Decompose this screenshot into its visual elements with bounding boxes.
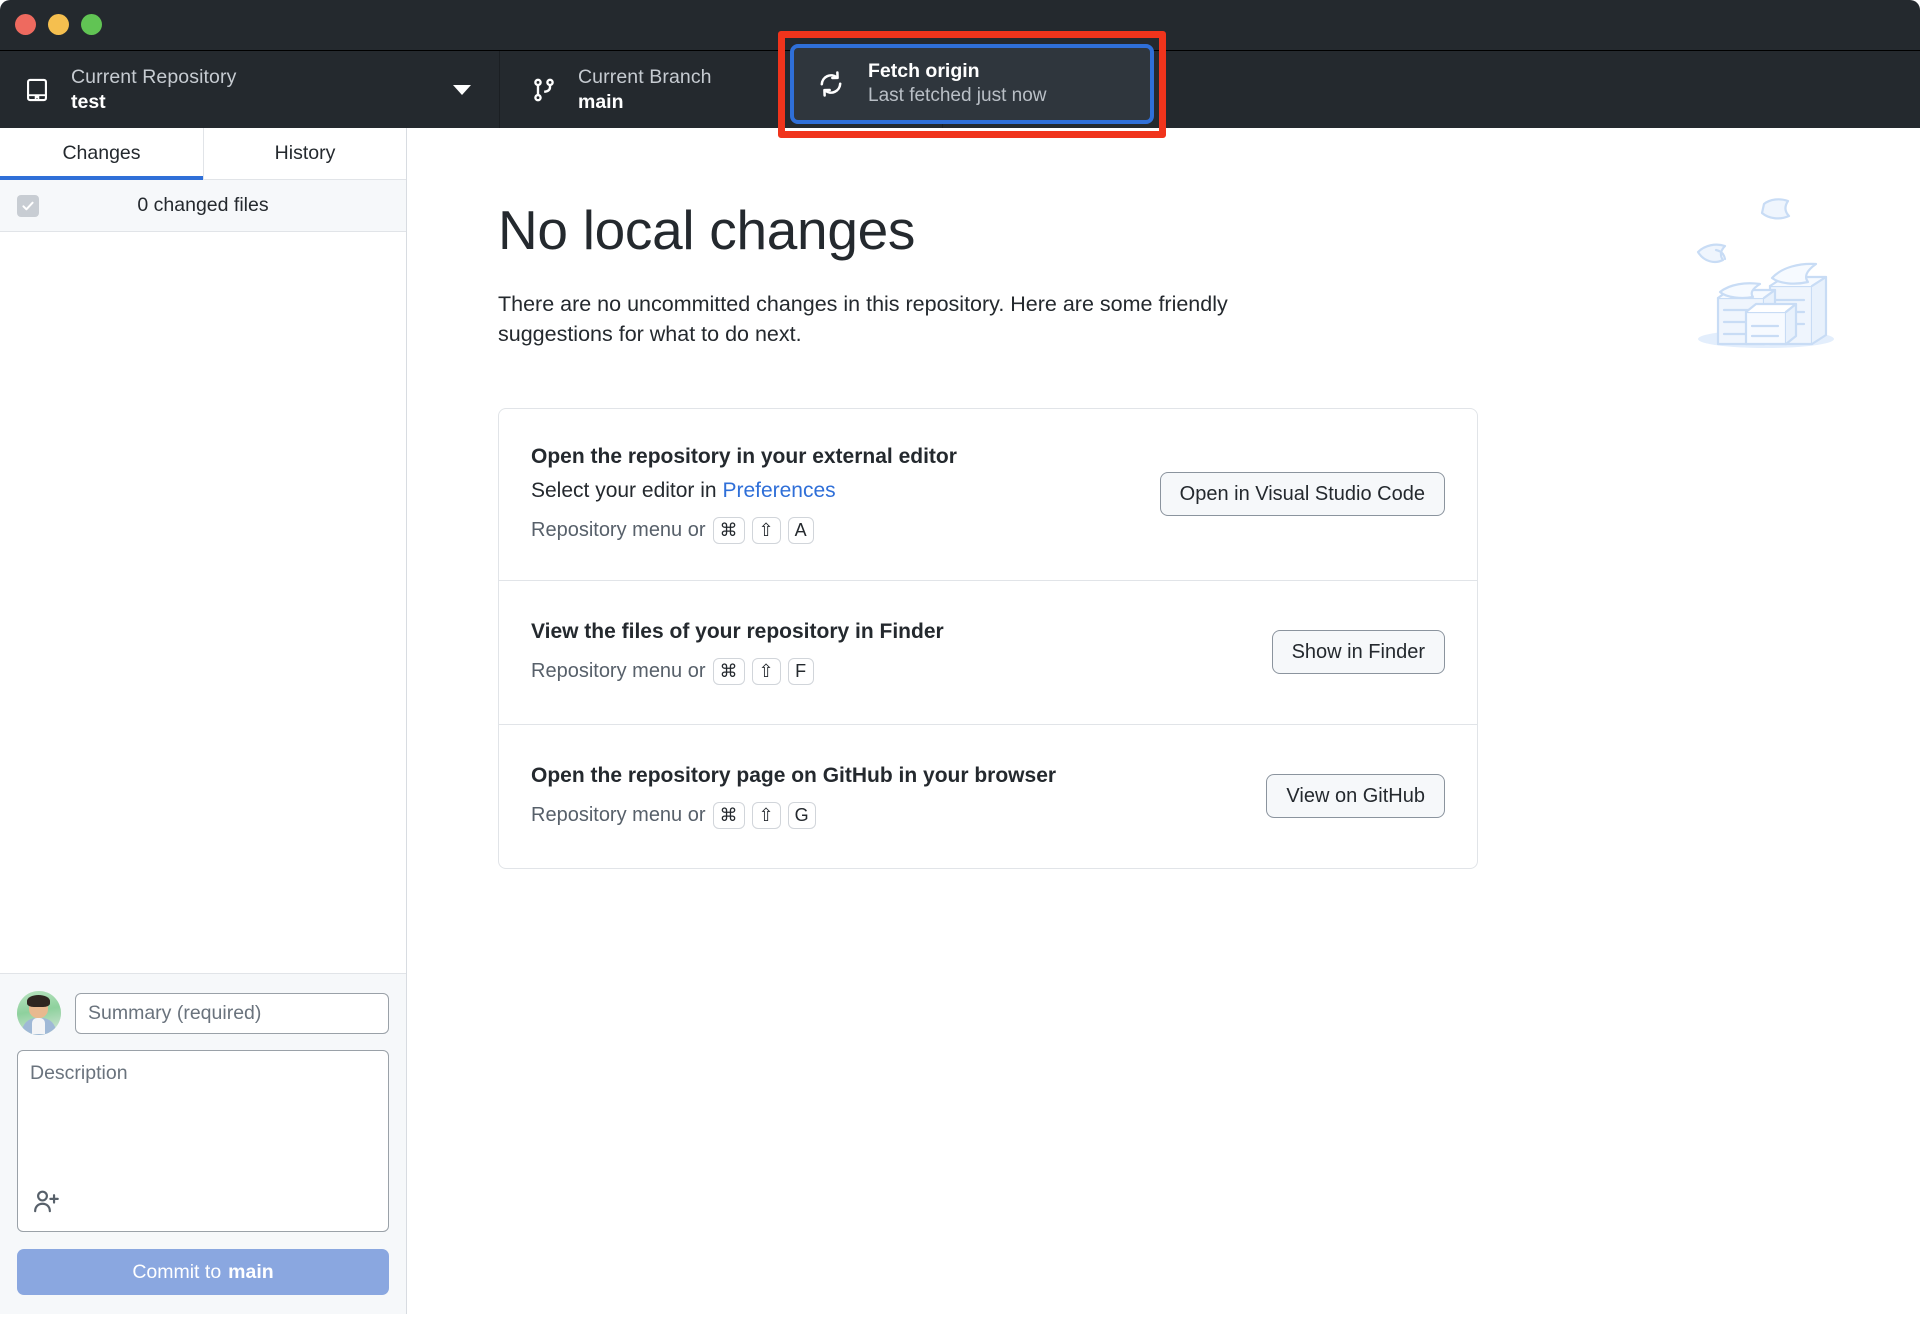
shortcut-prefix: Repository menu or — [531, 518, 706, 541]
suggestion-show-in-finder: View the files of your repository in Fin… — [499, 579, 1477, 724]
suggestions-card: Open the repository in your external edi… — [498, 407, 1478, 869]
chevron-down-icon — [453, 84, 471, 95]
avatar — [17, 991, 61, 1035]
commit-button-branch: main — [228, 1260, 274, 1283]
changed-files-header: 0 changed files — [0, 180, 406, 232]
key-command-icon: ⌘ — [712, 801, 745, 829]
current-branch-label: Current Branch — [578, 65, 712, 88]
suggestion-text: View the files of your repository in Fin… — [531, 620, 1272, 685]
blank-slate-description: There are no uncommitted changes in this… — [498, 291, 1228, 347]
window-bottom-edge — [0, 1314, 1920, 1322]
sidebar: Changes History 0 changed files Summary … — [0, 128, 407, 1314]
current-branch-value: main — [578, 90, 624, 113]
tab-history[interactable]: History — [203, 128, 406, 179]
tab-changes-label: Changes — [62, 142, 141, 164]
shortcut-prefix: Repository menu or — [531, 659, 706, 682]
key-shift-icon: ⇧ — [751, 516, 781, 544]
show-in-finder-button[interactable]: Show in Finder — [1271, 630, 1445, 675]
open-in-editor-button[interactable]: Open in Visual Studio Code — [1159, 472, 1445, 517]
current-branch-text: Current Branch main — [578, 65, 712, 115]
suggestion-subtitle: Select your editor in Preferences — [531, 479, 1160, 503]
key-letter: F — [787, 657, 814, 685]
suggestion-title: View the files of your repository in Fin… — [531, 619, 944, 643]
view-on-github-button[interactable]: View on GitHub — [1266, 774, 1445, 819]
commit-summary-input[interactable] — [75, 992, 389, 1034]
sidebar-tabs: Changes History — [0, 128, 406, 180]
current-repository-dropdown[interactable]: Current Repository test — [0, 51, 500, 128]
github-desktop-window: Current Repository test Current Branch m… — [0, 0, 1920, 1322]
traffic-lights — [15, 14, 102, 35]
suggestion-text: Open the repository page on GitHub in yo… — [531, 764, 1266, 829]
commit-description-input[interactable]: Description — [17, 1050, 389, 1232]
suggestion-open-external-editor: Open the repository in your external edi… — [499, 409, 1477, 580]
key-letter: A — [787, 516, 814, 544]
commit-description-placeholder: Description — [30, 1062, 128, 1084]
fetch-origin-button[interactable]: Fetch origin Last fetched just now — [790, 44, 1154, 124]
key-command-icon: ⌘ — [712, 657, 745, 685]
current-repository-label: Current Repository — [71, 65, 237, 88]
changed-files-list — [0, 232, 406, 973]
current-repository-value: test — [71, 90, 106, 113]
key-shift-icon: ⇧ — [751, 657, 781, 685]
commit-button-prefix: Commit to — [132, 1260, 222, 1283]
add-person-icon[interactable] — [32, 1188, 60, 1221]
key-shift-icon: ⇧ — [751, 801, 781, 829]
fetch-origin-subtitle: Last fetched just now — [868, 85, 1047, 107]
key-letter: G — [787, 801, 816, 829]
commit-to-branch-button[interactable]: Commit to main — [17, 1249, 389, 1295]
page-title: No local changes — [498, 199, 916, 261]
git-branch-icon — [527, 77, 561, 103]
repo-icon — [20, 77, 54, 103]
select-all-checkbox[interactable] — [17, 194, 39, 217]
shortcut-prefix: Repository menu or — [531, 803, 706, 826]
blank-slate: No local changes There are no uncommitte… — [408, 128, 1920, 350]
fetch-origin-title: Fetch origin — [868, 59, 980, 82]
fetch-origin-text: Fetch origin Last fetched just now — [868, 59, 1047, 109]
commit-summary-row — [17, 991, 389, 1035]
current-repository-text: Current Repository test — [71, 65, 236, 115]
commit-form: Description Commit to main — [0, 973, 406, 1314]
suggestion-shortcut: Repository menu or ⌘ ⇧ F — [531, 657, 1272, 685]
maximize-window-button[interactable] — [81, 14, 102, 35]
changed-files-count: 0 changed files — [137, 194, 269, 216]
tab-history-label: History — [274, 142, 336, 164]
key-command-icon: ⌘ — [712, 516, 745, 544]
suggestion-subtitle-prefix: Select your editor in — [531, 478, 723, 502]
tab-changes[interactable]: Changes — [0, 128, 203, 180]
sync-icon — [816, 69, 848, 99]
suggestion-text: Open the repository in your external edi… — [531, 445, 1160, 544]
suggestion-title: Open the repository in your external edi… — [531, 444, 957, 468]
minimize-window-button[interactable] — [48, 14, 69, 35]
main-content: No local changes There are no uncommitte… — [408, 128, 1920, 1314]
suggestion-title: Open the repository page on GitHub in yo… — [531, 763, 1057, 787]
suggestion-shortcut: Repository menu or ⌘ ⇧ A — [531, 516, 1160, 544]
preferences-link[interactable]: Preferences — [722, 479, 835, 502]
suggestion-shortcut: Repository menu or ⌘ ⇧ G — [531, 801, 1266, 829]
title-bar — [0, 0, 1920, 50]
paper-stack-illustration — [1666, 176, 1866, 356]
close-window-button[interactable] — [15, 14, 36, 35]
suggestion-view-on-github: Open the repository page on GitHub in yo… — [499, 723, 1477, 868]
